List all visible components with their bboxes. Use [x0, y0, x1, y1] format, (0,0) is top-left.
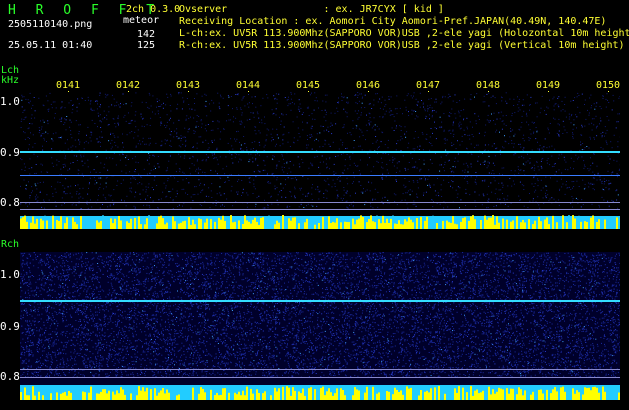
filename-label: 2505110140.png [8, 19, 93, 30]
khz-unit-label: kHz [1, 75, 20, 86]
time-tick-label: 0146 [356, 80, 381, 91]
time-tick-label: 0149 [536, 80, 561, 91]
time-tick-label: 0142 [116, 80, 141, 91]
channel-label: 2ch 0.3.0 [126, 4, 181, 15]
baseline-rule [20, 209, 620, 210]
carrier-line-lower [20, 175, 620, 176]
time-tick-label: 0144 [236, 80, 261, 91]
time-tick-label: 0148 [476, 80, 501, 91]
rch-freq-tick: 1.0 [0, 268, 20, 281]
mode-label: meteor [123, 15, 160, 26]
lch-receiver-info: L-ch:ex. UV5R 113.900Mhz(SAPPORO VOR)USB… [179, 28, 629, 39]
lch-freq-tick: 0.9 [0, 146, 20, 159]
baseline-rule [20, 202, 620, 203]
noise-speckle [20, 92, 620, 209]
time-tick-label: 0150 [596, 80, 621, 91]
carrier-line-upper [20, 300, 620, 302]
signal-level-bars [20, 385, 620, 400]
signal-level-bars [20, 215, 620, 229]
location-info: Receiving Location : ex. Aomori City Aom… [179, 16, 607, 27]
lch-count: 142 [137, 29, 156, 40]
carrier-line-upper [20, 151, 620, 153]
time-tick-label: 0145 [296, 80, 321, 91]
datetime-label: 25.05.11 01:40 [8, 40, 93, 51]
time-tick-label: 0143 [176, 80, 201, 91]
rch-label: Rch [1, 239, 20, 250]
rch-spectrogram [20, 252, 620, 400]
baseline-rule [20, 377, 620, 378]
rch-freq-tick: 0.9 [0, 320, 20, 333]
time-tick-label: 0147 [416, 80, 441, 91]
baseline-rule [20, 369, 620, 370]
lch-freq-tick: 0.8 [0, 196, 20, 209]
noise-speckle [20, 252, 620, 378]
lch-freq-tick: 1.0 [0, 95, 20, 108]
rch-count: 125 [137, 40, 156, 51]
rch-receiver-info: R-ch:ex. UV5R 113.900Mhz(SAPPORO VOR)USB… [179, 40, 625, 51]
lch-spectrogram [20, 92, 620, 229]
observer-info: Ovserver : ex. JR7CYX [ kid ] [179, 4, 444, 15]
time-tick-label: 0141 [56, 80, 81, 91]
rch-freq-tick: 0.8 [0, 370, 20, 383]
